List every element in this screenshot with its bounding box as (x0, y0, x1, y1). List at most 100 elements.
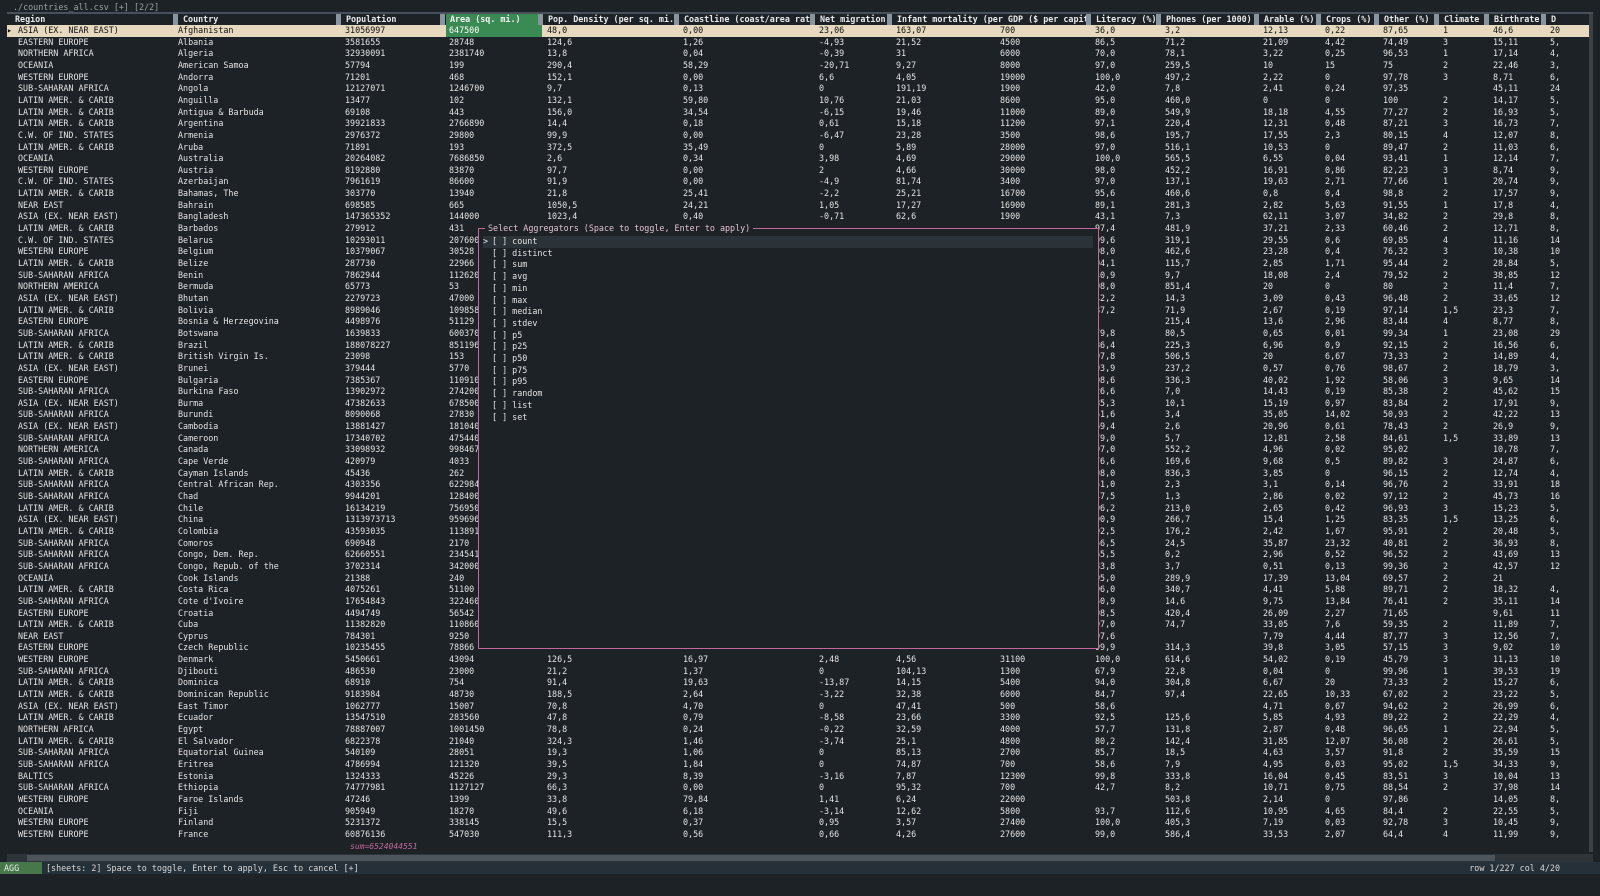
table-cell[interactable]: 90,9 (1092, 514, 1159, 526)
aggregator-option[interactable]: [ ] median (483, 306, 1093, 318)
table-cell[interactable]: 2,71 (1322, 176, 1377, 188)
table-cell[interactable]: 2,82 (1260, 200, 1319, 212)
table-cell[interactable]: 60876136 (342, 829, 444, 841)
table-cell[interactable]: SUB-SAHARAN AFRICA (15, 561, 173, 573)
table-cell[interactable]: 266,7 (1162, 514, 1257, 526)
table-cell[interactable]: Croatia (175, 608, 340, 620)
table-cell[interactable]: 97,1 (1092, 118, 1159, 130)
table-cell[interactable]: 836,3 (1162, 468, 1257, 480)
table-cell[interactable]: 15,11 (1490, 37, 1544, 49)
table-cell[interactable]: 31 (893, 48, 995, 60)
table-cell[interactable]: 31056997 (342, 25, 444, 37)
table-cell[interactable]: 1 (1440, 176, 1487, 188)
table-cell[interactable]: 4075261 (342, 584, 444, 596)
table-cell[interactable]: 10 (1547, 642, 1587, 654)
table-row[interactable]: BALTICS Estonia 1324333 45226 29,3 8,39 -3,16 7… (7, 771, 1593, 783)
table-cell[interactable]: 85,7 (1092, 747, 1159, 759)
table-cell[interactable]: 89,47 (1380, 142, 1437, 154)
table-cell[interactable]: 3 (1440, 817, 1487, 829)
table-cell[interactable]: Bosnia & Herzegovina (175, 316, 340, 328)
table-cell[interactable]: 2,3 (1162, 479, 1257, 491)
table-cell[interactable]: 4,69 (893, 153, 995, 165)
table-cell[interactable]: 16700 (997, 188, 1089, 200)
table-cell[interactable]: 96,15 (1380, 468, 1437, 480)
table-cell[interactable]: 3,57 (893, 817, 995, 829)
table-cell[interactable]: Afghanistan (175, 25, 340, 37)
table-cell[interactable]: 460,6 (1162, 188, 1257, 200)
table-cell[interactable]: 565,5 (1162, 153, 1257, 165)
table-cell[interactable]: 665 (446, 200, 542, 212)
table-cell[interactable]: 0 (816, 782, 890, 794)
table-cell[interactable]: 497,2 (1162, 72, 1257, 84)
table-cell[interactable]: Australia (175, 153, 340, 165)
table-cell[interactable]: 95,0 (1092, 573, 1159, 585)
table-cell[interactable]: 15 (1547, 386, 1587, 398)
table-cell[interactable]: 1,5 (1440, 305, 1487, 317)
table-cell[interactable]: 17,39 (1260, 573, 1319, 585)
table-cell[interactable]: 100,0 (1092, 817, 1159, 829)
table-cell[interactable]: 12,31 (1260, 118, 1319, 130)
table-row[interactable]: LATIN AMER. & CARIB Antigua & Barbuda 6910… (7, 107, 1593, 119)
table-cell[interactable]: 98,0 (1092, 165, 1159, 177)
table-cell[interactable]: 22,65 (1260, 689, 1319, 701)
table-cell[interactable]: 98,6 (1092, 130, 1159, 142)
table-cell[interactable]: 3,4 (1162, 409, 1257, 421)
table-cell[interactable]: 23,32 (1322, 538, 1377, 550)
table-cell[interactable]: 24,87 (1490, 456, 1544, 468)
table-cell[interactable]: 2,33 (1322, 223, 1377, 235)
table-cell[interactable]: Albania (175, 37, 340, 49)
table-cell[interactable]: 6, (1547, 514, 1587, 526)
column-header[interactable]: Other (%) (1380, 14, 1437, 25)
table-cell[interactable]: El Salvador (175, 736, 340, 748)
table-cell[interactable]: 14,17 (1490, 95, 1544, 107)
table-row[interactable]: SUB-SAHARAN AFRICA Equatorial Guinea 54010… (7, 747, 1593, 759)
horizontal-scrollbar[interactable] (7, 854, 1593, 862)
table-cell[interactable]: 25,41 (680, 188, 813, 200)
table-cell[interactable]: Andorra (175, 72, 340, 84)
table-cell[interactable]: 5, (1547, 689, 1587, 701)
table-cell[interactable]: 6, (1547, 142, 1587, 154)
table-cell[interactable]: 13,84 (1322, 596, 1377, 608)
table-cell[interactable]: 0,56 (680, 829, 813, 841)
table-cell[interactable]: 4,65 (1322, 806, 1377, 818)
table-cell[interactable]: OCEANIA (15, 573, 173, 585)
table-cell[interactable]: 9,65 (1490, 375, 1544, 387)
table-cell[interactable]: 4 (1440, 316, 1487, 328)
table-cell[interactable]: 552,2 (1162, 444, 1257, 456)
table-cell[interactable]: 2976372 (342, 130, 444, 142)
aggregator-option[interactable]: [ ] avg (483, 271, 1093, 283)
table-cell[interactable]: 22,55 (1490, 806, 1544, 818)
table-cell[interactable]: 92,5 (1092, 712, 1159, 724)
table-cell[interactable]: Djibouti (175, 666, 340, 678)
table-cell[interactable]: 26,99 (1490, 701, 1544, 713)
table-cell[interactable]: Antigua & Barbuda (175, 107, 340, 119)
table-row[interactable]: OCEANIA American Samoa 57794 199 290,4 58,29-… (7, 60, 1593, 72)
table-cell[interactable]: 0,6 (1322, 235, 1377, 247)
table-cell[interactable]: 97,7 (544, 165, 677, 177)
table-cell[interactable]: 1062777 (342, 701, 444, 713)
table-cell[interactable]: 51,0 (1092, 479, 1159, 491)
table-cell[interactable]: 28051 (446, 747, 542, 759)
table-cell[interactable]: 5450661 (342, 654, 444, 666)
table-cell[interactable]: 97,0 (1092, 60, 1159, 72)
table-cell[interactable]: 112,6 (1162, 806, 1257, 818)
table-cell[interactable]: OCEANIA (15, 153, 173, 165)
table-cell[interactable]: 98,0 (1092, 281, 1159, 293)
table-cell[interactable]: 1,3 (1162, 491, 1257, 503)
table-cell[interactable]: BALTICS (15, 771, 173, 783)
table-cell[interactable]: 59,80 (680, 95, 813, 107)
table-cell[interactable]: 98,0 (1092, 468, 1159, 480)
table-cell[interactable]: 20,74 (1490, 176, 1544, 188)
table-row[interactable]: NEAR EAST Bahrain 698585 665 1050,5 24,21 1,05… (7, 200, 1593, 212)
table-cell[interactable]: 15 (1547, 747, 1587, 759)
table-cell[interactable]: LATIN AMER. & CARIB (15, 142, 173, 154)
table-cell[interactable]: 2 (1440, 363, 1487, 375)
table-cell[interactable]: 1,26 (680, 37, 813, 49)
table-cell[interactable]: 19,3 (544, 747, 677, 759)
table-cell[interactable]: 13 (1547, 771, 1587, 783)
table-cell[interactable]: SUB-SAHARAN AFRICA (15, 747, 173, 759)
table-cell[interactable]: 10293011 (342, 235, 444, 247)
table-cell[interactable]: 40,9 (1092, 270, 1159, 282)
table-cell[interactable]: 5, (1547, 37, 1587, 49)
table-cell[interactable]: 0,43 (1322, 293, 1377, 305)
